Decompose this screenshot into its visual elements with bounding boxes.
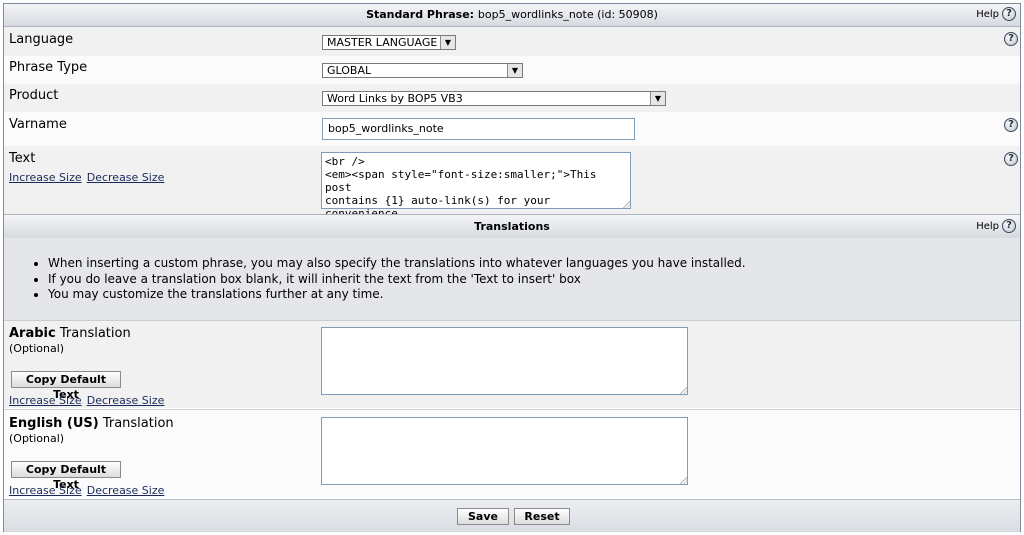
help-question-icon[interactable]: ? (1004, 32, 1018, 46)
title-value: bop5_wordlinks_note (id: 50908) (477, 8, 658, 21)
phrase-type-row: Phrase Type GLOBAL ▼ (4, 56, 1020, 84)
translations-title: Translations (474, 220, 550, 233)
copy-default-text-button[interactable]: Copy Default Text (11, 371, 121, 401)
help-label: Help (976, 220, 999, 232)
translations-notes: When inserting a custom phrase, you may … (4, 238, 1020, 321)
optional-note: (Optional) (9, 342, 65, 355)
resize-grip-icon[interactable] (680, 386, 688, 394)
dropdown-arrow-icon: ▼ (507, 64, 522, 77)
note-item: You may customize the translations furth… (48, 287, 1020, 303)
product-label: Product (9, 88, 59, 103)
increase-size-link[interactable]: Increase Size (9, 394, 82, 407)
decrease-size-link[interactable]: Decrease Size (87, 394, 165, 407)
title-label: Standard Phrase: (366, 8, 475, 21)
help-question-icon: ? (1002, 7, 1016, 21)
form-header: Standard Phrase: bop5_wordlinks_note (id… (4, 4, 1020, 27)
text-row: Text Increase Size Decrease Size <br /> … (4, 146, 1020, 233)
language-select-value: MASTER LANGUAGE (327, 36, 438, 49)
product-select[interactable]: Word Links by BOP5 VB3 ▼ (322, 91, 666, 106)
arabic-translation-textarea[interactable] (321, 327, 688, 395)
phrase-type-select[interactable]: GLOBAL ▼ (322, 63, 523, 78)
translation-suffix: Translation (59, 326, 131, 341)
help-label: Help (976, 8, 999, 20)
translations-help-link[interactable]: Help ? (976, 219, 1016, 233)
arabic-translation-row: Arabic Translation (Optional) Copy Defau… (4, 321, 1020, 408)
form-title: Standard Phrase: bop5_wordlinks_note (id… (4, 8, 1020, 21)
help-question-icon[interactable]: ? (1004, 152, 1018, 166)
note-item: If you do leave a translation box blank,… (48, 272, 1020, 288)
varname-row: Varname bop5_wordlinks_note ? (4, 112, 1020, 146)
decrease-size-link[interactable]: Decrease Size (87, 484, 165, 497)
varname-input[interactable]: bop5_wordlinks_note (322, 118, 635, 140)
english-translation-row: English (US) Translation (Optional) Copy… (4, 409, 1020, 497)
optional-note: (Optional) (9, 432, 65, 445)
resize-grip-icon[interactable] (623, 200, 631, 208)
english-lang-name: English (US) (9, 416, 99, 431)
dropdown-arrow-icon: ▼ (650, 92, 665, 105)
phrase-type-label: Phrase Type (9, 60, 88, 75)
english-translation-textarea[interactable] (321, 417, 688, 485)
text-size-links: Increase Size Decrease Size (9, 166, 164, 185)
copy-default-text-button[interactable]: Copy Default Text (11, 461, 121, 491)
language-select[interactable]: MASTER LANGUAGE ▼ (322, 35, 456, 50)
language-row: Language MASTER LANGUAGE ▼ ? (4, 27, 1020, 56)
varname-label: Varname (9, 117, 67, 132)
decrease-size-link[interactable]: Decrease Size (87, 171, 165, 184)
arabic-translation-label: Arabic Translation (9, 326, 131, 341)
product-select-value: Word Links by BOP5 VB3 (327, 92, 463, 105)
reset-button[interactable]: Reset (514, 508, 570, 525)
phrase-editor-form: Standard Phrase: bop5_wordlinks_note (id… (3, 3, 1021, 532)
arabic-size-links: Increase Size Decrease Size (9, 389, 164, 408)
dropdown-arrow-icon: ▼ (440, 36, 455, 49)
help-question-icon: ? (1002, 219, 1016, 233)
arabic-lang-name: Arabic (9, 326, 56, 341)
resize-grip-icon[interactable] (680, 476, 688, 484)
phrase-type-select-value: GLOBAL (327, 64, 372, 77)
note-item: When inserting a custom phrase, you may … (48, 256, 1020, 272)
english-size-links: Increase Size Decrease Size (9, 479, 164, 498)
help-question-icon[interactable]: ? (1004, 118, 1018, 132)
language-label: Language (9, 32, 74, 47)
translation-suffix: Translation (102, 416, 174, 431)
product-row: Product Word Links by BOP5 VB3 ▼ (4, 84, 1020, 112)
increase-size-link[interactable]: Increase Size (9, 484, 82, 497)
form-footer: Save Reset (4, 499, 1020, 532)
header-help-link[interactable]: Help ? (976, 7, 1016, 21)
english-translation-label: English (US) Translation (9, 416, 174, 431)
increase-size-link[interactable]: Increase Size (9, 171, 82, 184)
text-label: Text (9, 151, 36, 166)
save-button[interactable]: Save (457, 508, 509, 525)
text-textarea[interactable]: <br /> <em><span style="font-size:smalle… (321, 152, 631, 233)
translations-header: Translations Help ? (4, 214, 1020, 239)
